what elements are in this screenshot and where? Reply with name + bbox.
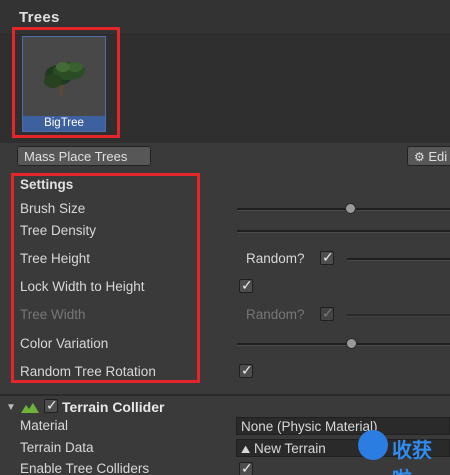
checkmark-icon: ✓ (322, 305, 334, 321)
color-variation-slider-thumb[interactable] (346, 338, 357, 349)
terrain-inspector: Trees BigTree Mass Place Trees ⚙ Edi Set… (0, 0, 450, 475)
terrain-data-label: Terrain Data (20, 440, 94, 455)
color-variation-slider[interactable] (237, 343, 450, 346)
settings-highlight-frame (11, 173, 200, 383)
tree-width-random-checkbox[interactable]: ✓ (320, 305, 334, 321)
terrain-data-value: New Terrain (254, 441, 326, 456)
brush-size-slider[interactable] (237, 208, 450, 211)
edit-trees-label: Edi (428, 149, 448, 164)
random-tree-rotation-checkbox[interactable]: ✓ (239, 362, 253, 378)
checkmark-icon: ✓ (241, 460, 253, 475)
checkmark-icon: ✓ (46, 397, 58, 413)
terrain-collider-title: Terrain Collider (62, 399, 165, 415)
terrain-asset-icon: ⛰ (241, 444, 251, 456)
lock-width-checkbox[interactable]: ✓ (239, 277, 253, 293)
tree-width-random-label: Random? (246, 307, 305, 322)
edit-trees-button[interactable]: ⚙ Edi (407, 146, 450, 166)
enable-tree-colliders-checkbox[interactable]: ✓ (239, 460, 253, 475)
tree-height-random-label: Random? (246, 251, 305, 266)
material-label: Material (20, 418, 69, 433)
section-divider (0, 394, 450, 396)
watermark-text: 收获啦 (392, 440, 432, 475)
tree-density-slider[interactable] (237, 230, 450, 233)
terrain-collider-enabled-checkbox[interactable]: ✓ (44, 397, 58, 413)
enable-tree-colliders-label: Enable Tree Colliders (20, 461, 150, 475)
mass-place-trees-button[interactable]: Mass Place Trees (17, 146, 151, 166)
material-field[interactable]: None (Physic Material) (236, 417, 450, 435)
tree-width-slider[interactable] (347, 314, 450, 317)
checkmark-icon: ✓ (241, 277, 253, 293)
watermark-logo-icon (358, 430, 388, 460)
brush-size-slider-thumb[interactable] (345, 203, 356, 214)
terrain-collider-icon (21, 401, 39, 417)
tree-height-slider[interactable] (347, 258, 450, 261)
tree-highlight-frame (12, 27, 120, 138)
checkmark-icon: ✓ (322, 249, 334, 265)
gear-icon: ⚙ (414, 150, 425, 164)
tree-height-random-checkbox[interactable]: ✓ (320, 249, 334, 265)
trees-title: Trees (19, 9, 60, 26)
checkmark-icon: ✓ (241, 362, 253, 378)
foldout-arrow-icon[interactable]: ▼ (6, 402, 16, 413)
